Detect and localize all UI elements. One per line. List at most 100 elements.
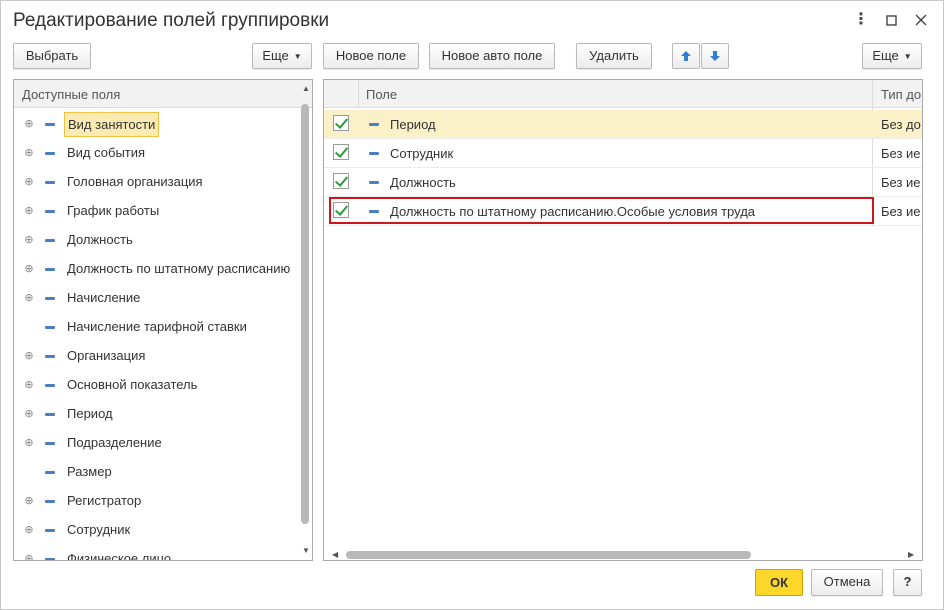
tree-item[interactable]: ⊕ Организация [14, 342, 304, 371]
new-field-button[interactable]: Новое поле [323, 43, 419, 69]
field-icon [369, 123, 379, 126]
more-vertical-icon[interactable]: ⋮ [852, 11, 870, 29]
move-up-button[interactable] [672, 43, 700, 69]
chevron-down-icon: ▼ [903, 52, 912, 61]
tree-item[interactable]: ⊕ Начисление [14, 284, 304, 313]
expand-icon[interactable]: ⊕ [24, 496, 34, 507]
select-button[interactable]: Выбрать [13, 43, 91, 69]
cancel-button[interactable]: Отмена [811, 569, 883, 596]
tree-item[interactable]: ⊕ Основной показатель [14, 371, 304, 400]
tree-item-label: Должность [67, 232, 133, 247]
horizontal-scrollbar[interactable] [346, 551, 751, 559]
expand-icon[interactable]: ⊕ [24, 380, 34, 391]
column-type-header[interactable]: Тип до [881, 87, 921, 102]
field-icon [45, 268, 55, 271]
field-icon [45, 558, 55, 560]
field-icon [45, 239, 55, 242]
scroll-right-icon[interactable]: ▶ [908, 550, 914, 559]
arrow-down-icon [710, 51, 720, 61]
use-checkbox[interactable] [333, 173, 349, 189]
tree-item[interactable]: ⊕ Головная организация [14, 168, 304, 197]
expand-icon[interactable]: ⊕ [24, 525, 34, 536]
close-icon[interactable] [912, 11, 930, 29]
field-icon [45, 297, 55, 300]
use-checkbox[interactable] [333, 115, 349, 131]
tree-item-label: Период [67, 406, 113, 421]
tree-item[interactable]: ⊕ Должность [14, 226, 304, 255]
use-checkbox[interactable] [333, 144, 349, 160]
scroll-down-icon[interactable]: ▼ [302, 546, 310, 555]
tree-item-label: График работы [67, 203, 160, 218]
field-icon [369, 152, 379, 155]
tree-item-label: Головная организация [67, 174, 203, 189]
tree-item-label: Регистратор [67, 493, 142, 508]
tree-item-label: Основной показатель [67, 377, 198, 392]
tree-item[interactable]: ⊕ Регистратор [14, 487, 304, 516]
tree-item-label: Начисление тарифной ставки [67, 319, 247, 334]
field-icon [45, 355, 55, 358]
tree-item-label: Организация [67, 348, 146, 363]
expand-icon[interactable]: ⊕ [24, 148, 34, 159]
expand-icon[interactable]: ⊕ [24, 438, 34, 449]
expand-icon[interactable]: ⊕ [24, 177, 34, 188]
tree-item-label: Сотрудник [67, 522, 131, 537]
tree-item[interactable]: ⊕ Физическое лицо [14, 545, 304, 561]
expand-icon[interactable]: ⊕ [24, 293, 34, 304]
tree-item-label: Подразделение [67, 435, 162, 450]
expand-icon[interactable]: ⊕ [24, 409, 34, 420]
maximize-icon[interactable] [882, 11, 900, 29]
available-fields-header: Доступные поля ▲ [14, 80, 312, 108]
scroll-up-icon[interactable]: ▲ [302, 84, 310, 93]
available-fields-panel: Доступные поля ▲ ⊕ Вид занятости ⊕ Вид собы… [13, 79, 313, 561]
field-icon [45, 326, 55, 329]
table-row[interactable]: Период Без до [324, 110, 922, 139]
tree-item[interactable]: ⊕ Должность по штатному расписанию [14, 255, 304, 284]
type-cell: Без до [881, 117, 921, 132]
field-icon [45, 384, 55, 387]
tree-item-label: Вид события [67, 145, 146, 160]
available-fields-header-label: Доступные поля [22, 87, 121, 102]
tree-item[interactable]: Начисление тарифной ставки [14, 313, 304, 342]
title-bar: Редактирование полей группировки ⋮ [1, 1, 943, 39]
field-name-cell: Должность [390, 175, 456, 190]
tree-item[interactable]: ⊕ Вид события [14, 139, 304, 168]
tree-item[interactable]: ⊕ Период [14, 400, 304, 429]
field-icon [45, 471, 55, 474]
highlight-annotation-box [329, 197, 874, 224]
tree-item[interactable]: ⊕ Сотрудник [14, 516, 304, 545]
new-auto-field-button[interactable]: Новое авто поле [429, 43, 555, 69]
field-icon [369, 181, 379, 184]
field-name-cell: Период [390, 117, 436, 132]
column-field-header[interactable]: Поле [366, 87, 397, 102]
left-more-button[interactable]: Еще ▼ [252, 43, 312, 69]
field-icon [45, 152, 55, 155]
expand-icon[interactable]: ⊕ [24, 351, 34, 362]
tree-item[interactable]: ⊕ Подразделение [14, 429, 304, 458]
tree-item-label: Вид занятости [64, 112, 160, 137]
ok-button[interactable]: ОК [755, 569, 803, 596]
tree-item-label: Должность по штатному расписанию [67, 261, 291, 276]
table-row[interactable]: Должность Без ие [324, 168, 922, 197]
scroll-left-icon[interactable]: ◀ [332, 550, 338, 559]
tree-item[interactable]: ⊕ Вид занятости [14, 110, 304, 139]
expand-icon[interactable]: ⊕ [24, 554, 34, 561]
move-down-button[interactable] [701, 43, 729, 69]
type-cell: Без ие [881, 175, 921, 190]
tree-item[interactable]: Размер [14, 458, 304, 487]
field-icon [45, 500, 55, 503]
vertical-scrollbar[interactable] [301, 104, 309, 524]
field-icon [45, 413, 55, 416]
help-button[interactable]: ? [893, 569, 922, 596]
expand-icon[interactable]: ⊕ [24, 119, 34, 130]
dialog-title: Редактирование полей группировки [13, 10, 330, 31]
tree-item[interactable]: ⊕ График работы [14, 197, 304, 226]
right-more-button[interactable]: Еще ▼ [862, 43, 922, 69]
table-row[interactable]: Сотрудник Без ие [324, 139, 922, 168]
expand-icon[interactable]: ⊕ [24, 206, 34, 217]
expand-icon[interactable]: ⊕ [24, 235, 34, 246]
delete-button[interactable]: Удалить [576, 43, 652, 69]
column-separator [358, 80, 359, 108]
grid-header: Поле Тип до [324, 80, 922, 108]
field-name-cell: Сотрудник [390, 146, 454, 161]
expand-icon[interactable]: ⊕ [24, 264, 34, 275]
